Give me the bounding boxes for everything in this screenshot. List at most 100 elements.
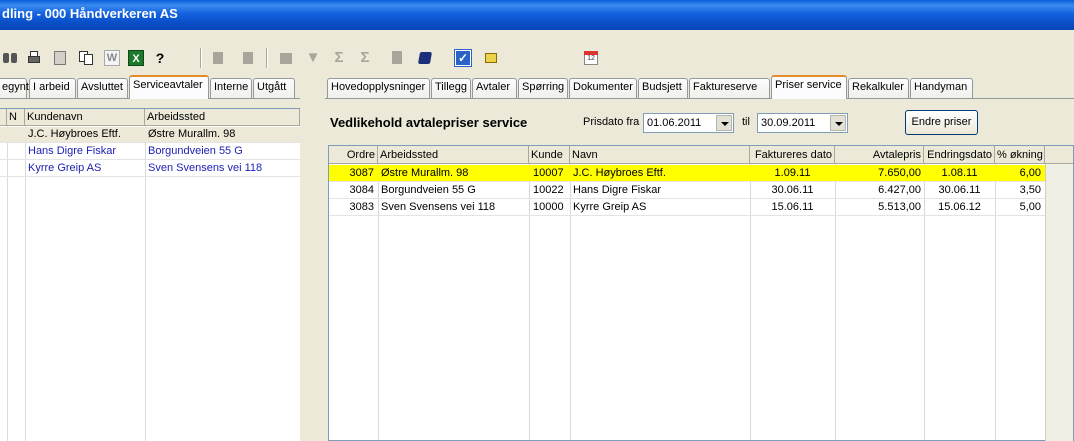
column-header-okning[interactable]: % økning [995, 146, 1045, 164]
grid-header: Ordre Arbeidssted Kunde Navn Faktureres … [329, 146, 1073, 164]
tab-label: Serviceavtaler [133, 79, 203, 91]
cell-kunde: 10022 [533, 184, 564, 196]
table-row[interactable]: 3084 Borgundveien 55 G 10022 Hans Digre … [329, 182, 1073, 199]
tab-label: Rekalkuler [852, 81, 904, 93]
date-to-label: til [742, 116, 750, 128]
disabled-icon [240, 50, 256, 66]
tab-utgatt[interactable]: Utgått [253, 78, 295, 98]
chevron-down-icon[interactable] [830, 115, 846, 131]
service-agreements-grid[interactable]: N Kundenavn Arbeidssted J.C. Høybroes Ef… [0, 108, 300, 441]
word-icon[interactable]: W [104, 50, 120, 66]
copy-icon[interactable] [78, 50, 94, 66]
column-header-ordre[interactable]: Ordre [329, 146, 378, 164]
column-header-navn[interactable]: Navn [570, 146, 750, 164]
table-row[interactable]: Kyrre Greip AS Sven Svensens vei 118 [0, 161, 300, 177]
column-header-avtalepris[interactable]: Avtalepris [835, 146, 924, 164]
tab-label: egynt [2, 81, 29, 93]
endre-priser-button[interactable]: Endre priser [905, 110, 978, 135]
cell-arbeidssted: Østre Murallm. 98 [148, 128, 236, 140]
date-from-value: 01.06.2011 [647, 117, 702, 129]
tab-faktureserve[interactable]: Faktureserve [689, 78, 770, 98]
cell-okning: 5,00 [1019, 201, 1041, 213]
tab-label: Utgått [257, 81, 287, 93]
calendar-icon[interactable]: 12 [583, 50, 599, 66]
cell-endringsdato: 15.06.12 [938, 201, 981, 213]
tab-hovedopplysninger[interactable]: Hovedopplysninger [327, 78, 430, 98]
cell-arbeidssted: Sven Svensens vei 118 [148, 162, 263, 174]
binoculars-icon[interactable] [2, 50, 18, 66]
cell-faktureres-dato: 30.06.11 [771, 184, 814, 196]
tab-budsjett[interactable]: Budsjett [638, 78, 688, 98]
cell-navn: Kyrre Greip AS [573, 201, 647, 213]
column-header-faktureres-dato[interactable]: Faktureres dato [750, 146, 835, 164]
cell-arbeidssted: Borgundveien 55 G [381, 184, 476, 196]
date-to-value: 30.09.2011 [761, 117, 816, 129]
book-icon[interactable] [417, 50, 433, 66]
chevron-down-icon[interactable] [716, 115, 732, 131]
disabled-icon [278, 50, 294, 66]
cell-faktureres-dato: 1.09.11 [774, 167, 811, 179]
cell-avtalepris: 6.427,00 [878, 184, 921, 196]
tab-tillegg[interactable]: Tillegg [431, 78, 471, 98]
panel-splitter[interactable] [300, 108, 326, 441]
calculator-icon[interactable] [52, 50, 68, 66]
print-icon[interactable] [26, 50, 42, 66]
cell-navn: Hans Digre Fiskar [573, 184, 662, 196]
tab-label: Dokumenter [573, 81, 633, 93]
excel-icon[interactable]: X [128, 50, 144, 66]
toolbar: W X ? ▼ Σ Σ ✓ 12 [0, 44, 1074, 72]
tab-label: Spørring [522, 81, 565, 93]
tab-avtaler[interactable]: Avtaler [472, 78, 517, 98]
tab-label: Hovedopplysninger [331, 81, 426, 93]
cell-kunde: 10007 [533, 167, 564, 179]
tab-label: Interne [214, 81, 249, 93]
tab-label: Budsjett [642, 81, 682, 93]
toolbar-separator [266, 48, 268, 68]
tab-begynt[interactable]: egynt [0, 78, 29, 98]
cell-endringsdato: 30.06.11 [938, 184, 981, 196]
cell-kundenavn: J.C. Høybroes Eftf. [28, 128, 121, 140]
cell-arbeidssted: Sven Svensens vei 118 [381, 201, 496, 213]
column-header-arbeidssted[interactable]: Arbeidssted [378, 146, 529, 164]
cell-okning: 3,50 [1019, 184, 1041, 196]
panel-title: Vedlikehold avtalepriser service [330, 115, 528, 130]
tab-label: I arbeid [33, 81, 70, 93]
table-row[interactable]: J.C. Høybroes Eftf. Østre Murallm. 98 [0, 127, 300, 143]
tab-rekalkuler[interactable]: Rekalkuler [848, 78, 909, 98]
cell-kundenavn: Hans Digre Fiskar [28, 145, 117, 157]
tab-interne[interactable]: Interne [210, 78, 252, 98]
table-row[interactable]: Hans Digre Fiskar Borgundveien 55 G [0, 144, 300, 160]
cell-ordre: 3084 [349, 184, 374, 196]
price-grid[interactable]: Ordre Arbeidssted Kunde Navn Faktureres … [328, 145, 1074, 441]
column-header-endringsdato[interactable]: Endringsdato [924, 146, 995, 164]
column-header-n[interactable]: N [7, 109, 25, 126]
tab-label: Avtaler [476, 81, 511, 93]
column-header-arbeidssted[interactable]: Arbeidssted [145, 109, 300, 126]
column-header-kundenavn[interactable]: Kundenavn [25, 109, 145, 126]
checkbox-icon[interactable]: ✓ [454, 49, 472, 67]
tab-handyman[interactable]: Handyman [910, 78, 973, 98]
tab-priser-service[interactable]: Priser service [771, 75, 847, 99]
right-tab-baseline [325, 98, 1074, 99]
cell-navn: J.C. Høybroes Eftf. [573, 167, 666, 179]
table-row[interactable]: 3083 Sven Svensens vei 118 10000 Kyrre G… [329, 199, 1073, 216]
tab-dokumenter[interactable]: Dokumenter [569, 78, 637, 98]
column-header[interactable] [0, 109, 7, 126]
tab-label: Handyman [914, 81, 968, 93]
tab-serviceavtaler[interactable]: Serviceavtaler [129, 75, 209, 99]
tab-sporring[interactable]: Spørring [518, 78, 568, 98]
tab-i-arbeid[interactable]: I arbeid [29, 78, 76, 98]
sum-sub-icon: Σ [360, 49, 370, 66]
tab-label: Tillegg [435, 81, 467, 93]
date-to-select[interactable]: 30.09.2011 [757, 113, 848, 133]
help-icon[interactable]: ? [152, 50, 168, 66]
table-row[interactable]: 3087 Østre Murallm. 98 10007 J.C. Høybro… [329, 165, 1073, 182]
grid-header: N Kundenavn Arbeidssted [0, 109, 300, 126]
vertical-scrollbar[interactable] [1045, 164, 1073, 441]
cell-ordre: 3087 [349, 167, 374, 179]
date-from-select[interactable]: 01.06.2011 [643, 113, 734, 133]
notes-icon[interactable] [483, 50, 499, 66]
tab-avsluttet[interactable]: Avsluttet [77, 78, 128, 98]
column-header-kunde[interactable]: Kunde [529, 146, 570, 164]
sum-icon: Σ [334, 49, 344, 66]
